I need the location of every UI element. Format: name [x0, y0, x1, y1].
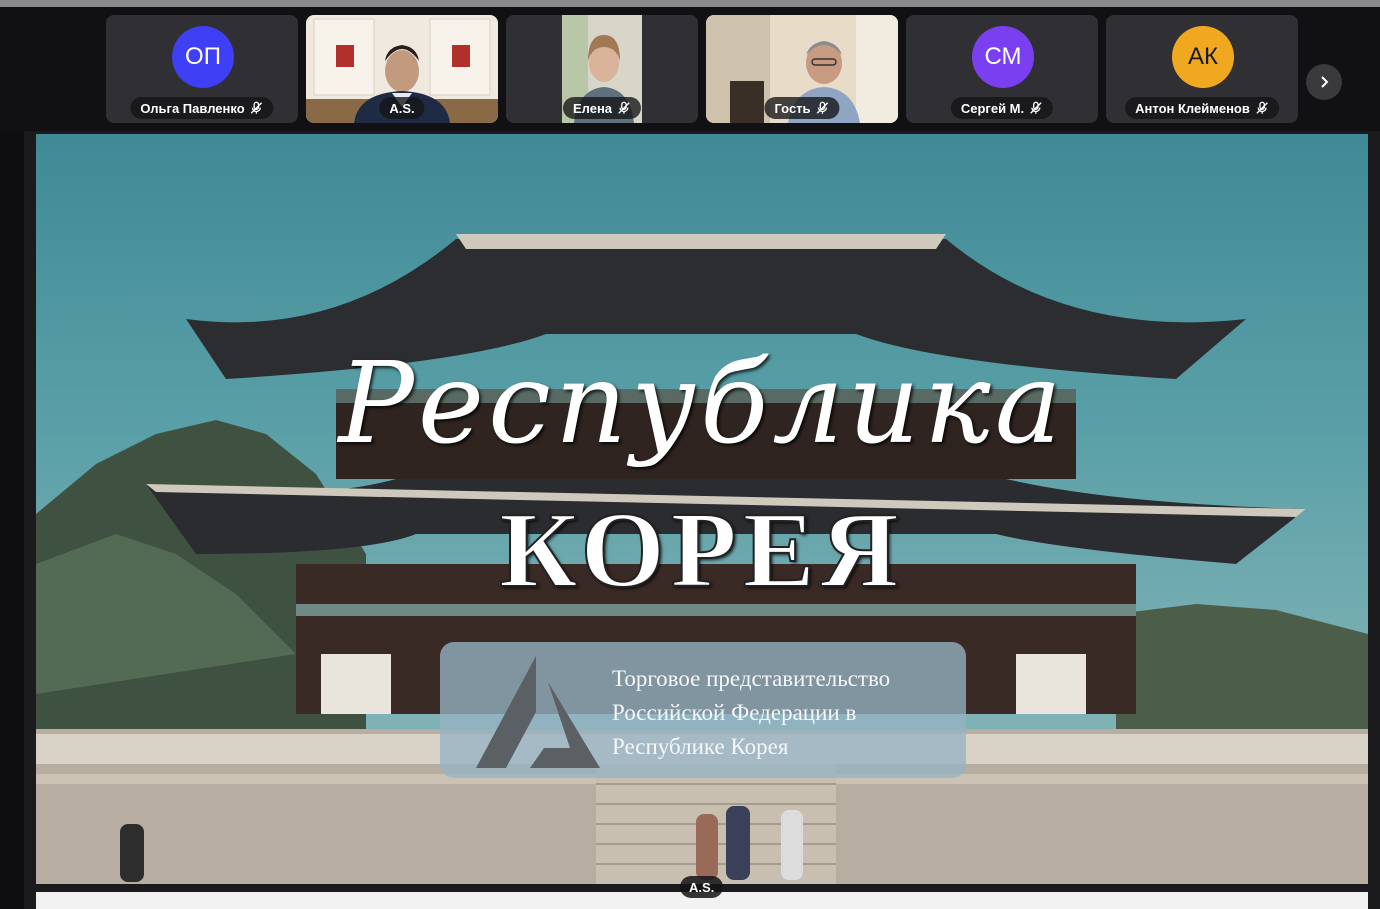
participant-name-label: Антон Клейменов — [1125, 97, 1279, 119]
participant-name: Гость — [774, 100, 811, 116]
chevron-right-icon — [1321, 76, 1329, 88]
trade-mission-logo-icon — [476, 656, 600, 768]
mic-off-icon — [816, 101, 829, 114]
participant-name-label: Сергей М. — [950, 97, 1054, 119]
left-rail — [0, 131, 24, 909]
participant-tile[interactable]: Елена — [506, 15, 698, 123]
organization-name-line: Российской Федерации в — [612, 700, 857, 725]
participant-name: Сергей М. — [960, 100, 1025, 116]
participants-bar: ОП Ольга Павленко A.S. Елена Гость СМ Се… — [0, 7, 1380, 131]
participant-tile[interactable]: Гость — [706, 15, 898, 123]
participant-tile[interactable]: A.S. — [306, 15, 498, 123]
avatar: ОП — [172, 26, 234, 88]
participant-name-label: A.S. — [379, 97, 425, 119]
avatar: СМ — [972, 26, 1034, 88]
organization-name-line: Республике Корея — [612, 734, 789, 759]
participant-tile[interactable]: ОП Ольга Павленко — [106, 15, 298, 123]
organization-name-line: Торговое представительство — [612, 666, 891, 691]
shared-screen-slide: Республика КОРЕЯ Торговое представительс… — [36, 134, 1368, 884]
presenter-name-label: A.S. — [680, 876, 724, 898]
next-participants-button[interactable] — [1306, 64, 1342, 100]
participant-tile[interactable]: СМ Сергей М. — [906, 15, 1098, 123]
organization-name: Торговое представительство Российской Фе… — [612, 662, 962, 764]
mic-off-icon — [250, 101, 263, 114]
participant-name-label: Елена — [562, 97, 642, 119]
window-top-border — [0, 0, 1380, 7]
mic-off-icon — [1256, 101, 1268, 114]
slide-title-caps: КОРЕЯ — [498, 490, 905, 611]
participant-name: Антон Клейменов — [1135, 100, 1250, 116]
participant-name: Ольга Павленко — [140, 100, 245, 116]
participant-tile[interactable]: АК Антон Клейменов — [1106, 15, 1298, 123]
mic-off-icon — [1030, 101, 1042, 114]
participant-name-label: Ольга Павленко — [130, 97, 274, 119]
organization-card: Торговое представительство Российской Фе… — [440, 642, 966, 778]
avatar: АК — [1172, 26, 1234, 88]
slide-title-script: Республика — [338, 339, 1066, 469]
participant-name-label: Гость — [764, 97, 840, 119]
participant-name: Елена — [572, 100, 613, 116]
participant-name: A.S. — [389, 100, 415, 116]
mic-off-icon — [618, 101, 630, 114]
